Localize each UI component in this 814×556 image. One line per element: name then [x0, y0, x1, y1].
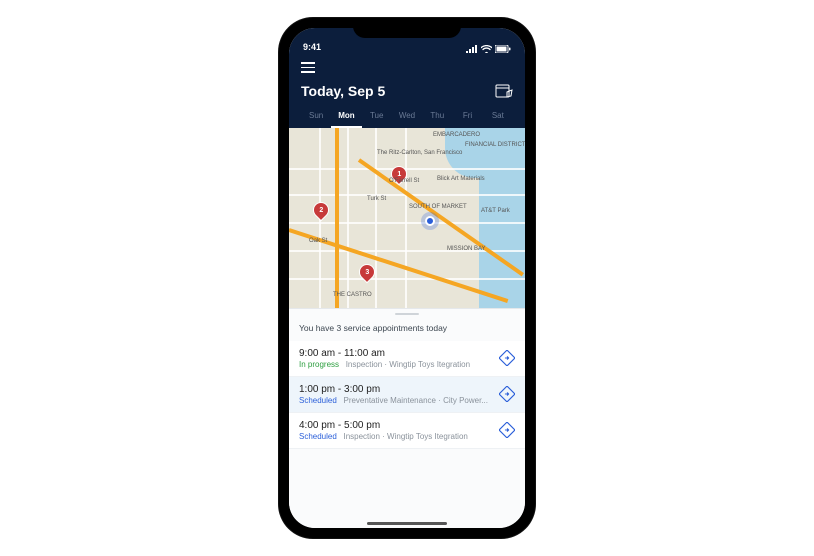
map-poi: Turk St [367, 196, 386, 202]
day-tab-wed[interactable]: Wed [392, 107, 422, 128]
appointment-status: Scheduled [299, 396, 337, 405]
map-poi: THE CASTRO [333, 292, 372, 298]
appointment-status: Scheduled [299, 432, 337, 441]
day-tab-mon[interactable]: Mon [331, 107, 361, 128]
day-tab-thu[interactable]: Thu [422, 107, 452, 128]
map-poi: The Ritz-Carlton, San Francisco [377, 150, 462, 156]
day-tab-fri[interactable]: Fri [452, 107, 482, 128]
page-title: Today, Sep 5 [301, 83, 385, 99]
day-tabs: SunMonTueWedThuFriSat [301, 107, 513, 128]
status-time: 9:41 [303, 42, 321, 52]
map-poi: FINANCIAL DISTRICT [465, 142, 525, 148]
menu-button[interactable] [301, 62, 315, 73]
map-poi: MISSION BAY [447, 246, 486, 252]
map[interactable]: 123The Ritz-Carlton, San FranciscoBlick … [289, 128, 525, 308]
directions-icon[interactable] [499, 350, 515, 366]
appointment-status: In progress [299, 360, 339, 369]
calendar-icon[interactable] [495, 83, 513, 99]
wifi-icon [481, 45, 492, 53]
summary-text: You have 3 service appointments today [289, 319, 525, 341]
status-icons [466, 45, 511, 53]
appointment-list: 9:00 am - 11:00 amIn progress Inspection… [289, 341, 525, 449]
appointment-item[interactable]: 9:00 am - 11:00 amIn progress Inspection… [289, 341, 525, 377]
appointments-sheet: You have 3 service appointments today 9:… [289, 308, 525, 529]
map-poi: Blick Art Materials [437, 176, 485, 182]
appointment-details: Scheduled Preventative Maintenance · Cit… [299, 396, 493, 405]
signal-icon [466, 45, 478, 53]
map-pin-2[interactable]: 2 [310, 198, 333, 221]
appointment-details: In progress Inspection · Wingtip Toys It… [299, 360, 493, 369]
directions-icon[interactable] [499, 386, 515, 402]
appointment-item[interactable]: 4:00 pm - 5:00 pmScheduled Inspection · … [289, 413, 525, 449]
map-poi: AT&T Park [481, 208, 510, 214]
home-indicator[interactable] [367, 522, 447, 525]
header: Today, Sep 5 SunMonTueWedThuFriSat [289, 56, 525, 128]
directions-icon[interactable] [499, 422, 515, 438]
current-location-icon [425, 216, 435, 226]
map-poi: O'Farrell St [389, 178, 419, 184]
day-tab-sat[interactable]: Sat [483, 107, 513, 128]
notch [353, 18, 461, 38]
screen: 9:41 Today, Sep 5 SunMonTueWedThuFriSat [289, 28, 525, 528]
appointment-details: Scheduled Inspection · Wingtip Toys Iteg… [299, 432, 493, 441]
map-poi: SOUTH OF MARKET [409, 204, 467, 210]
day-tab-tue[interactable]: Tue [362, 107, 392, 128]
appointment-item[interactable]: 1:00 pm - 3:00 pmScheduled Preventative … [289, 377, 525, 413]
sheet-handle[interactable] [395, 313, 419, 315]
appointment-time: 1:00 pm - 3:00 pm [299, 384, 493, 395]
appointment-time: 9:00 am - 11:00 am [299, 348, 493, 359]
map-poi: Oak St [309, 238, 327, 244]
appointment-time: 4:00 pm - 5:00 pm [299, 420, 493, 431]
map-poi: EMBARCADERO [433, 132, 480, 138]
day-tab-sun[interactable]: Sun [301, 107, 331, 128]
phone-frame: 9:41 Today, Sep 5 SunMonTueWedThuFriSat [279, 18, 535, 538]
battery-icon [495, 45, 511, 53]
